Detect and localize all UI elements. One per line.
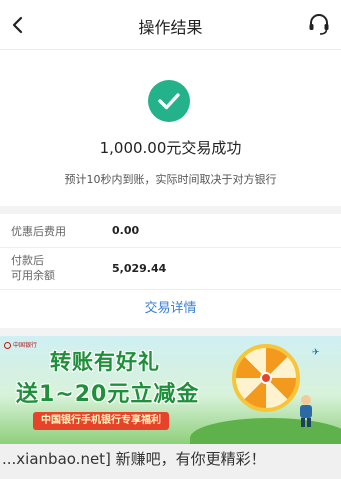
transaction-amount-status: 1,000.00元交易成功 — [99, 139, 242, 157]
prize-wheel-icon — [232, 344, 300, 412]
fee-row: 优惠后费用 0.00 — [0, 214, 341, 248]
balance-label-line2: 可用余额 — [11, 269, 55, 282]
bank-logo-icon — [4, 342, 11, 349]
balance-label: 付款后 可用余额 — [11, 253, 55, 283]
promo-headline-1: 转账有好礼 — [50, 350, 160, 374]
bank-logo: 中国银行 — [4, 340, 37, 349]
page-title: 操作结果 — [138, 18, 203, 37]
transaction-details-link[interactable]: 交易详情 — [0, 290, 341, 328]
balance-row: 付款后 可用余额 5,029.44 — [0, 248, 341, 290]
divider — [0, 328, 341, 336]
promo-headline-2: 送1~20元立减金 — [16, 382, 200, 407]
hill-decoration — [190, 418, 341, 444]
fee-label: 优惠后费用 — [11, 225, 66, 238]
balance-label-line1: 付款后 — [11, 254, 44, 267]
watermark-text: ...xianbao.net] 新赚吧，有你更精彩！ — [0, 444, 341, 479]
person-illustration-icon — [300, 395, 312, 427]
result-section: 1,000.00元交易成功 预计10秒内到账，实际时间取决于对方银行 — [0, 50, 341, 206]
customer-service-button[interactable] — [305, 10, 333, 38]
fee-value: 0.00 — [112, 224, 140, 237]
promo-tagline: 中国银行手机银行专享福利 — [33, 412, 169, 430]
wheel-center — [260, 372, 272, 384]
promo-banner[interactable]: 中国银行 转账有好礼 送1~20元立减金 中国银行手机银行专享福利 ✈ — [0, 336, 341, 444]
bird-icon: ✈ — [312, 348, 320, 358]
header-bar: 操作结果 — [0, 0, 341, 50]
arrival-hint: 预计10秒内到账，实际时间取决于对方银行 — [64, 173, 277, 186]
bank-logo-text: 中国银行 — [13, 342, 38, 349]
balance-value: 5,029.44 — [112, 262, 167, 275]
headset-icon — [309, 14, 329, 35]
check-circle-icon — [148, 80, 190, 122]
divider — [0, 206, 341, 214]
